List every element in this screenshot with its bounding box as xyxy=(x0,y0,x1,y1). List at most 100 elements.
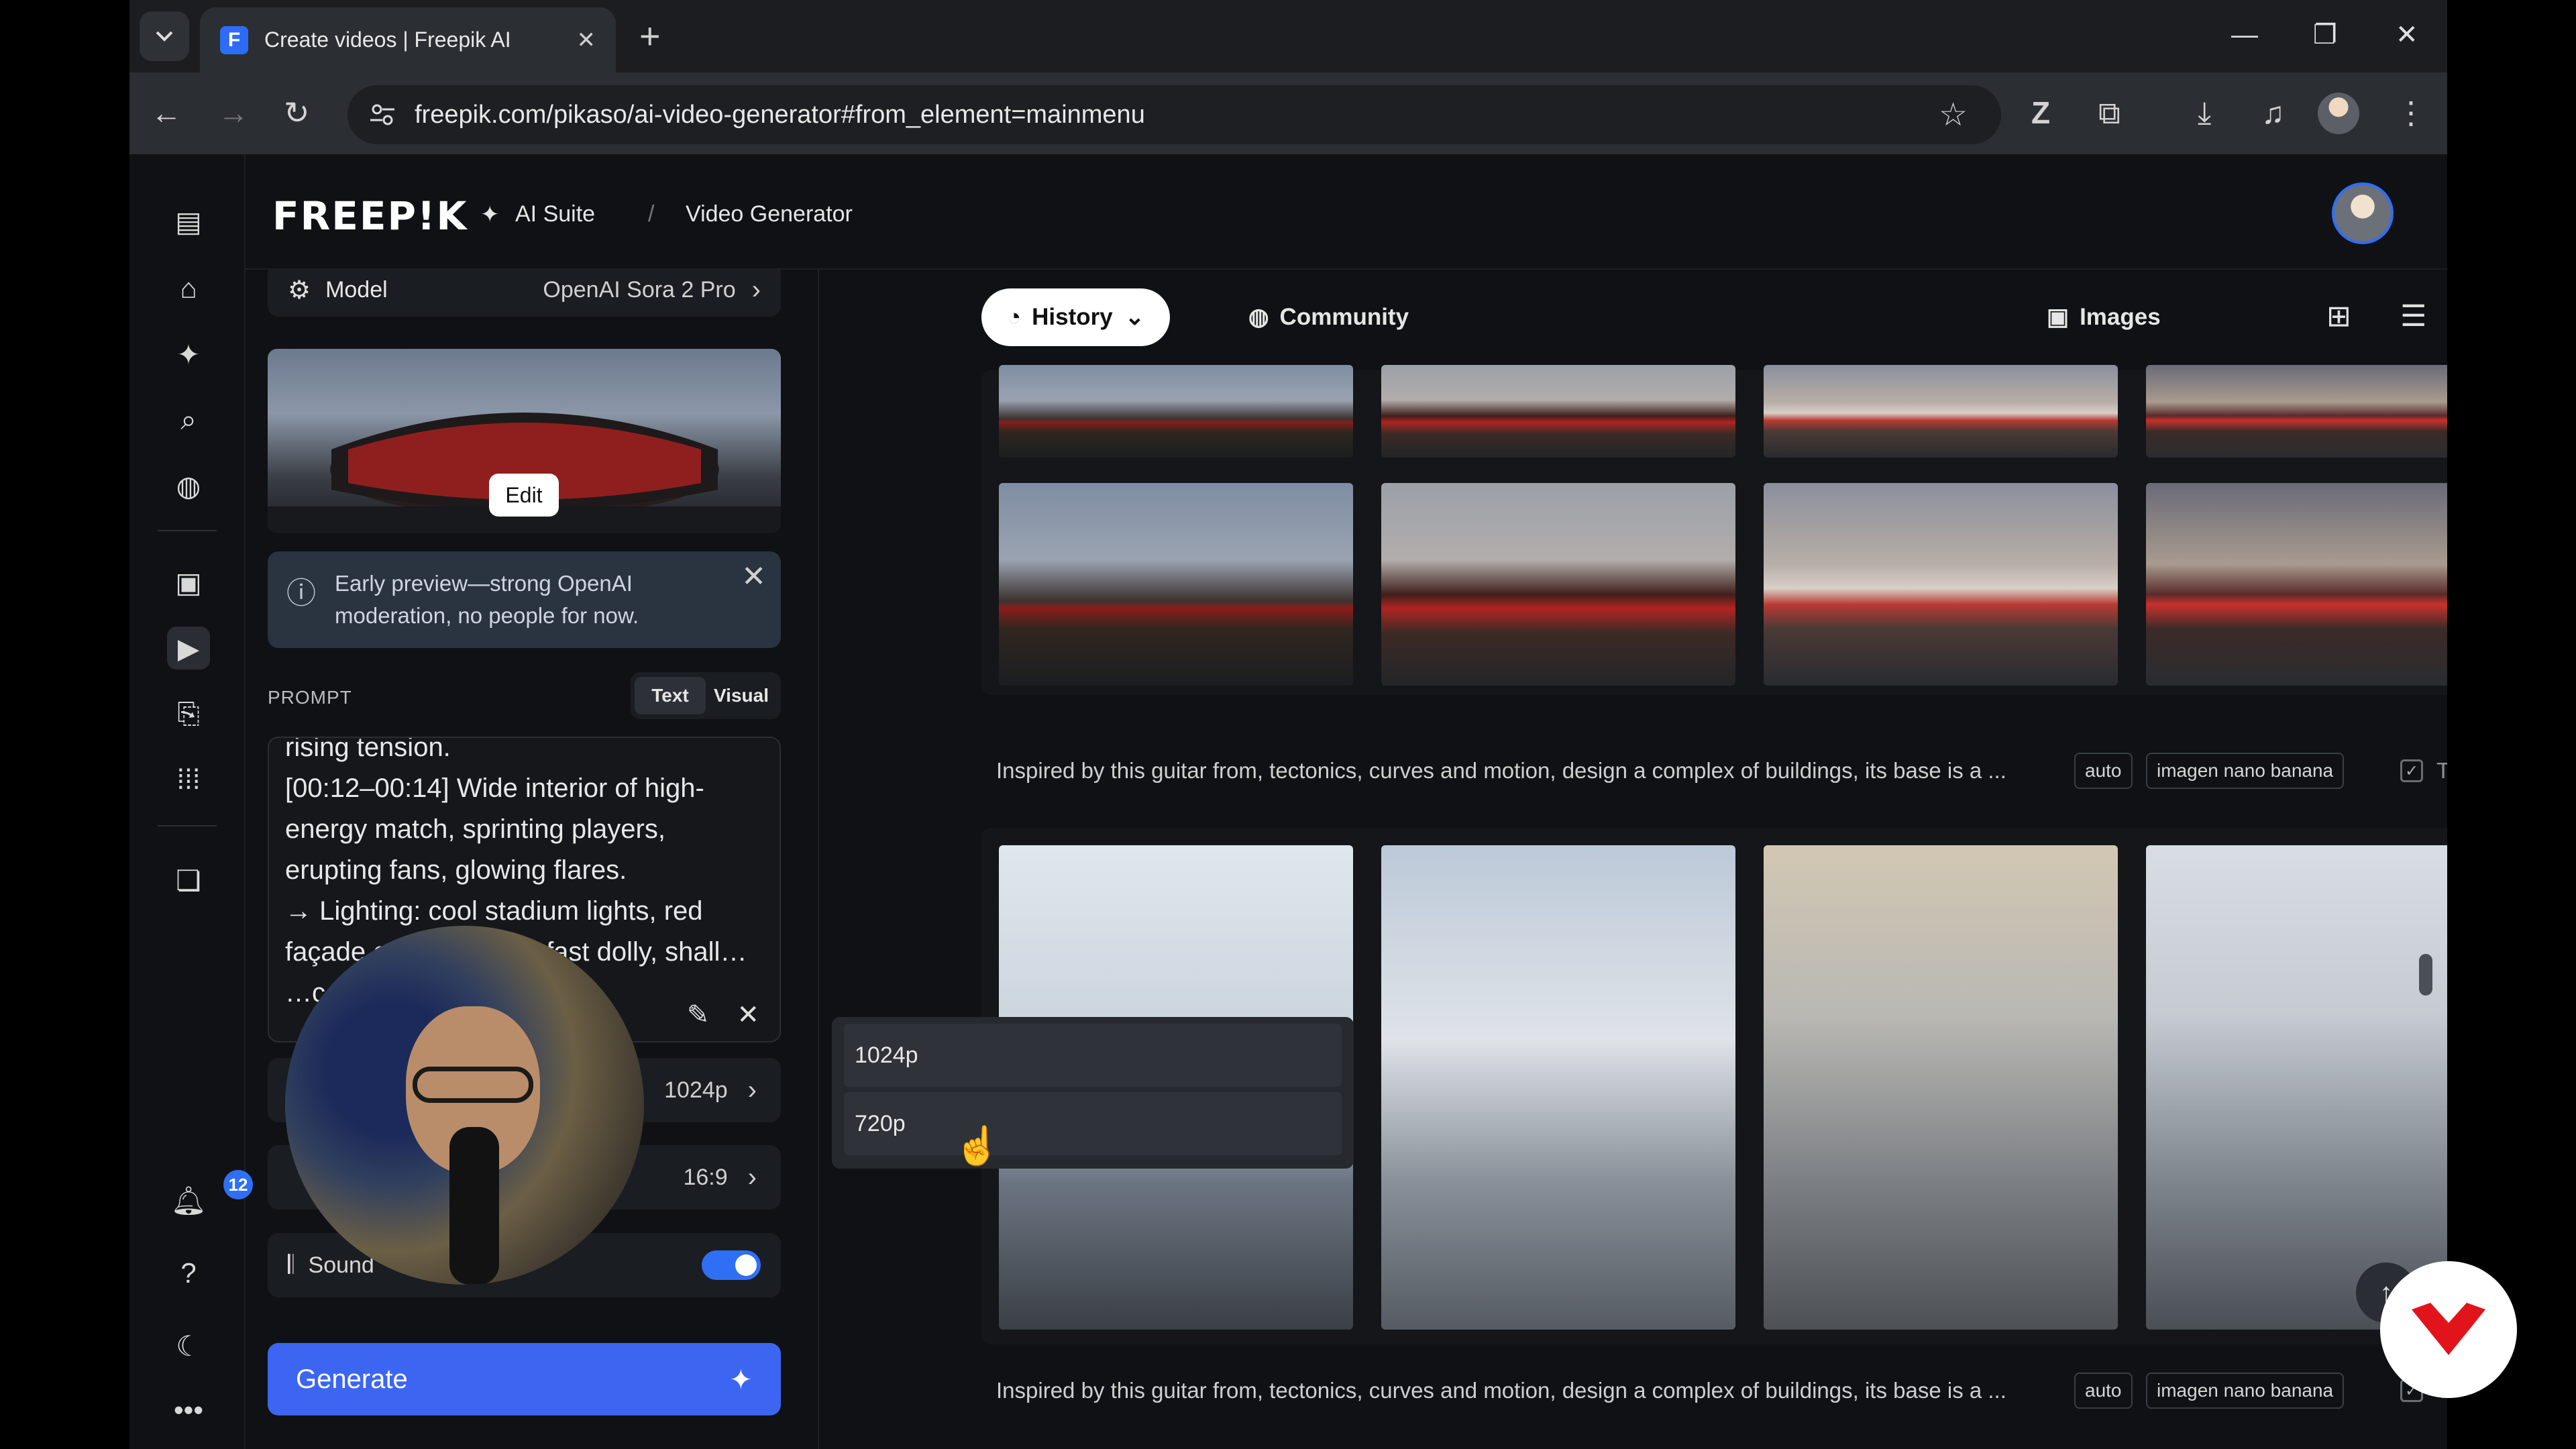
user-avatar[interactable] xyxy=(2332,182,2394,244)
date-selector[interactable]: ✓ Today xyxy=(2400,758,2447,784)
bookmark-star-icon[interactable]: ☆ xyxy=(1939,96,1968,133)
sound-toggle[interactable] xyxy=(702,1250,761,1280)
channel-logo-badge xyxy=(2380,1261,2517,1398)
chevron-right-icon: › xyxy=(751,274,761,305)
freepik-logo[interactable]: FREEP!K xyxy=(272,193,468,239)
image-icon: ▣ xyxy=(2047,304,2070,330)
generated-image[interactable] xyxy=(1381,845,1735,1330)
browser-toolbar: ← → ↻ freepik.com/pikaso/ai-video-genera… xyxy=(129,72,2447,154)
ratio-tag: auto xyxy=(2074,1373,2133,1409)
microphone xyxy=(449,1127,499,1285)
info-icon: ⓘ xyxy=(286,577,316,610)
select-checkbox[interactable]: ✓ xyxy=(2400,759,2423,782)
history-dropdown[interactable]: ◔ History ⌄ xyxy=(981,288,1171,346)
generated-image[interactable] xyxy=(1764,365,2118,458)
generated-image[interactable] xyxy=(1764,845,2118,1330)
extension-z-icon[interactable]: Z xyxy=(2031,91,2050,134)
generated-image[interactable] xyxy=(999,365,1353,458)
breadcrumb-separator: / xyxy=(648,201,655,227)
resolution-option[interactable]: 720p xyxy=(844,1092,1342,1155)
generate-label: Generate xyxy=(296,1364,408,1394)
extensions-puzzle-icon[interactable]: ⧉ xyxy=(2098,91,2121,134)
community-label: Community xyxy=(1279,304,1409,330)
minimize-icon[interactable]: — xyxy=(2231,15,2258,55)
forward-icon[interactable]: → xyxy=(218,93,249,133)
mode-visual-tab[interactable]: Visual xyxy=(706,677,777,714)
left-rail: ▤ ⌂ ✦ ⌕ ◍ ▣ ▶ ⎘ ⁞⁞⁞ ❏ 🔔︎ 12 ? ☾ ••• xyxy=(129,154,253,1449)
sparkle-ai-icon[interactable]: ✦ xyxy=(167,333,210,376)
media-control-icon[interactable]: ♫ xyxy=(2261,91,2285,134)
sparkle-icon: ✦ xyxy=(480,202,500,227)
image-generator-icon[interactable]: ▣ xyxy=(167,561,210,604)
red-chevron-logo-icon xyxy=(2412,1303,2485,1355)
images-filter[interactable]: ▣ Images xyxy=(2021,288,2186,346)
download-icon[interactable]: ⤓ xyxy=(2198,91,2211,134)
generated-image[interactable] xyxy=(2146,365,2447,458)
rail-divider xyxy=(158,825,217,826)
tab-search-button[interactable] xyxy=(140,11,189,61)
toggle-sidebar-icon[interactable]: ▤ xyxy=(167,200,210,243)
globe-icon[interactable]: ◍ xyxy=(167,464,210,507)
resolution-option[interactable]: 1024p xyxy=(844,1024,1342,1087)
apps-grid-icon[interactable]: ⁞⁞⁞ xyxy=(167,758,210,801)
mode-text-tab[interactable]: Text xyxy=(635,677,706,714)
notice-text: Early preview—strong OpenAI moderation, … xyxy=(335,571,639,628)
grid-view-icon[interactable]: ⊞ xyxy=(2326,299,2351,333)
generate-button[interactable]: Generate ✦ xyxy=(268,1343,781,1415)
images-label: Images xyxy=(2080,304,2161,330)
resolution-dropdown: 1024p 720p xyxy=(832,1017,1354,1169)
close-notice-icon[interactable]: ✕ xyxy=(741,559,766,594)
filter-sliders-icon[interactable]: ☰ xyxy=(2400,299,2426,333)
generated-image[interactable] xyxy=(2146,483,2447,686)
dark-mode-moon-icon[interactable]: ☾ xyxy=(167,1324,210,1367)
new-tab-button[interactable]: + xyxy=(639,15,661,58)
back-icon[interactable]: ← xyxy=(151,93,182,133)
globe-icon: ◍ xyxy=(1248,304,1269,330)
help-icon[interactable]: ? xyxy=(167,1252,210,1295)
clear-prompt-icon[interactable]: ✕ xyxy=(737,1000,759,1030)
rail-divider xyxy=(158,530,217,531)
browser-tab[interactable]: F Create videos | Freepik AI ✕ xyxy=(200,7,616,72)
model-selector[interactable]: ⚙ Model OpenAI Sora 2 Pro › xyxy=(268,270,781,317)
site-settings-icon[interactable] xyxy=(368,100,397,129)
video-generator-icon[interactable]: ▶ xyxy=(167,627,210,669)
breadcrumb-video-generator: Video Generator xyxy=(686,201,853,227)
openai-icon: ⚙ xyxy=(288,276,311,305)
hand-cursor-icon: ☝ xyxy=(954,1124,1001,1167)
reference-image[interactable]: Edit xyxy=(268,349,781,533)
library-icon[interactable]: ❏ xyxy=(167,859,210,902)
webcam-overlay xyxy=(285,926,644,1285)
community-tab[interactable]: ◍ Community xyxy=(1223,288,1434,346)
presenter-glasses xyxy=(413,1067,533,1103)
tab-strip: F Create videos | Freepik AI ✕ + — ❐ ✕ xyxy=(129,0,2447,72)
edit-image-button[interactable]: Edit xyxy=(489,474,559,517)
breadcrumb-ai-suite[interactable]: AI Suite xyxy=(515,201,595,227)
generated-image[interactable] xyxy=(1381,483,1735,686)
reload-icon[interactable]: ↻ xyxy=(284,93,310,133)
notifications-bell-icon[interactable]: 🔔︎ 12 xyxy=(167,1170,253,1222)
generated-image[interactable] xyxy=(1764,483,2118,686)
restore-icon[interactable]: ❐ xyxy=(2313,15,2337,55)
browser-menu-icon[interactable]: ⋮ xyxy=(2396,91,2426,134)
history-label: History xyxy=(1032,304,1113,330)
resolution-value: 1024p xyxy=(664,1077,728,1103)
browser-profile-avatar[interactable] xyxy=(2318,93,2359,134)
tab-title: Create videos | Freepik AI xyxy=(264,28,511,52)
generated-image[interactable] xyxy=(1381,365,1735,458)
gallery-scrollbar[interactable] xyxy=(2419,954,2432,996)
gallery: ◔ History ⌄ ◍ Community ▣ Images ⊞ ☰ ⌕ xyxy=(820,270,2447,1449)
close-tab-icon[interactable]: ✕ xyxy=(577,27,596,54)
image-edit-icon[interactable]: ⎘ xyxy=(167,692,210,735)
magic-wand-icon[interactable]: ✎ xyxy=(687,1000,710,1030)
more-icon[interactable]: ••• xyxy=(167,1389,210,1432)
address-bar[interactable]: freepik.com/pikaso/ai-video-generator#fr… xyxy=(347,85,2001,144)
date-label: Today xyxy=(2436,758,2447,783)
home-icon[interactable]: ⌂ xyxy=(167,267,210,310)
app-header: FREEP!K ✦ AI Suite / Video Generator xyxy=(246,154,2447,270)
generated-image[interactable] xyxy=(999,483,1353,686)
generation-caption: Inspired by this guitar from, tectonics,… xyxy=(996,1378,2006,1403)
generated-image[interactable] xyxy=(2146,845,2447,1330)
close-window-icon[interactable]: ✕ xyxy=(2396,15,2418,55)
ratio-tag: auto xyxy=(2074,753,2133,789)
search-icon[interactable]: ⌕ xyxy=(167,398,210,441)
